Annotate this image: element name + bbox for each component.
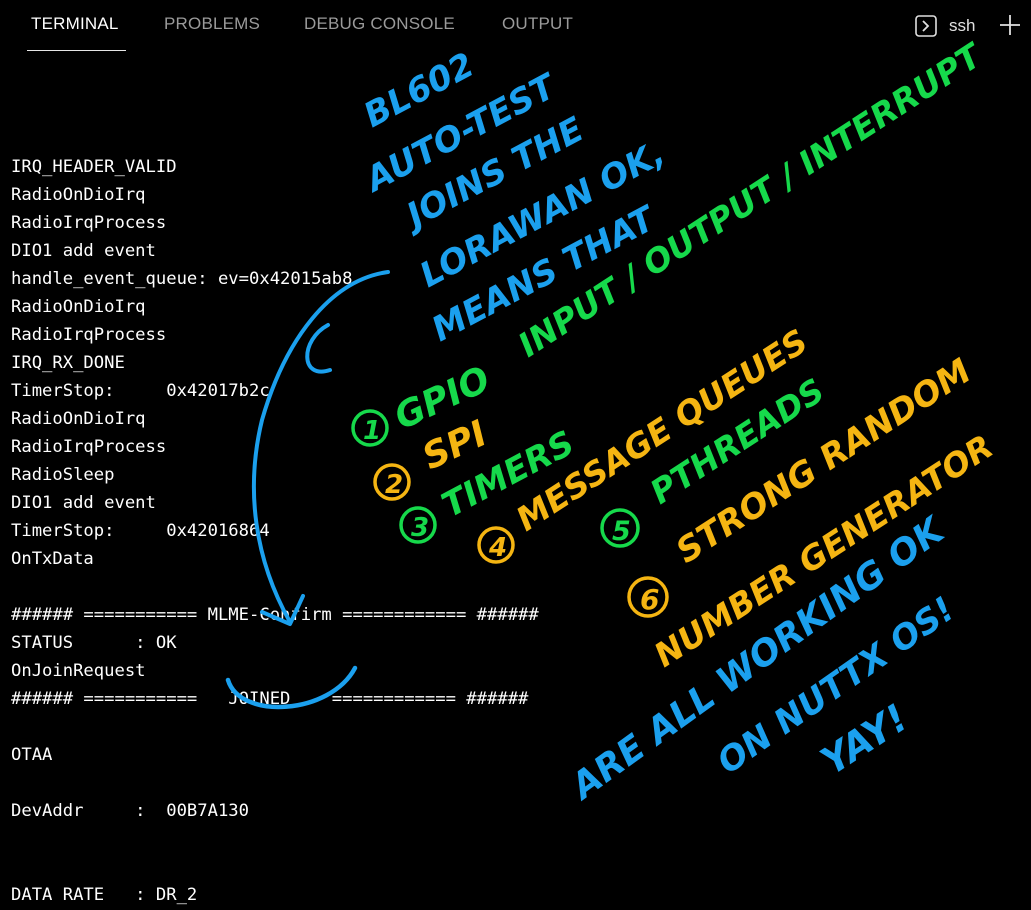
svg-text:MESSAGE QUEUES: MESSAGE QUEUES <box>509 321 814 538</box>
active-tab-indicator <box>27 50 126 51</box>
terminal-line: OnJoinRequest <box>11 661 146 681</box>
terminal-line: IRQ_RX_DONE <box>11 353 125 373</box>
terminal-line: OnTxData <box>11 549 94 569</box>
terminal-shell-label: ssh <box>949 16 976 35</box>
terminal-line: TimerStop: 0x42017b2c <box>11 381 270 401</box>
terminal-selector[interactable]: ssh <box>915 13 975 39</box>
terminal-line: DATA RATE : DR_2 <box>11 885 198 905</box>
terminal-line: ###### =========== JOINED ============ #… <box>11 689 529 709</box>
annotation-title-line1: BL602 <box>357 45 480 136</box>
terminal-line: handle_event_queue: ev=0x42015ab8 <box>11 269 353 289</box>
svg-text:PTHREADS: PTHREADS <box>643 371 831 512</box>
terminal-line: RadioOnDioIrq <box>11 409 146 429</box>
annotation-closing-line1: ARE ALL WORKING OK <box>562 508 954 809</box>
terminal-line: RadioIrqProcess <box>11 437 167 457</box>
terminal-line: TimerStop: 0x42016864 <box>11 521 270 541</box>
terminal-line: ###### =========== MLME-Confirm ========… <box>11 605 539 625</box>
annotation-closing-line3: YAY! <box>813 696 916 784</box>
terminal-line: DevAddr : 00B7A130 <box>11 801 249 821</box>
plus-icon[interactable] <box>998 13 1022 37</box>
panel-tab-bar: TERMINAL PROBLEMS DEBUG CONSOLE OUTPUT s… <box>0 0 1031 52</box>
tab-problems[interactable]: PROBLEMS <box>164 14 260 34</box>
terminal-line: RadioIrqProcess <box>11 325 167 345</box>
terminal-line: OTAA <box>11 745 53 765</box>
tab-output[interactable]: OUTPUT <box>502 14 573 34</box>
terminal-line: RadioIrqProcess <box>11 213 167 233</box>
terminal-prompt-icon <box>915 15 937 37</box>
annotation-closing-line2: ON NUTTX OS! <box>710 589 962 782</box>
terminal-line: RadioOnDioIrq <box>11 185 146 205</box>
terminal-line: IRQ_HEADER_VALID <box>11 157 177 177</box>
terminal-line: DIO1 add event <box>11 493 156 513</box>
svg-text:STRONG RANDOM: STRONG RANDOM <box>669 351 978 571</box>
terminal-line: RadioOnDioIrq <box>11 297 146 317</box>
terminal-line: STATUS : OK <box>11 633 177 653</box>
annotation-item-6: 6 STRONG RANDOM <box>627 351 979 618</box>
annotation-item6-line2: NUMBER GENERATOR <box>647 427 1000 675</box>
terminal-output[interactable]: IRQ_HEADER_VALID RadioOnDioIrq RadioIrqPro… <box>11 125 539 909</box>
svg-text:6: 6 <box>640 583 659 616</box>
annotation-item-5: 5 PTHREADS <box>600 371 831 548</box>
annotation-io-line: INPUT / OUTPUT / INTERRUPT <box>511 35 990 365</box>
terminal-line: DIO1 add event <box>11 241 156 261</box>
terminal-line: RadioSleep <box>11 465 115 485</box>
tab-terminal[interactable]: TERMINAL <box>31 14 119 34</box>
svg-text:5: 5 <box>612 516 631 547</box>
tab-debug-console[interactable]: DEBUG CONSOLE <box>304 14 455 34</box>
